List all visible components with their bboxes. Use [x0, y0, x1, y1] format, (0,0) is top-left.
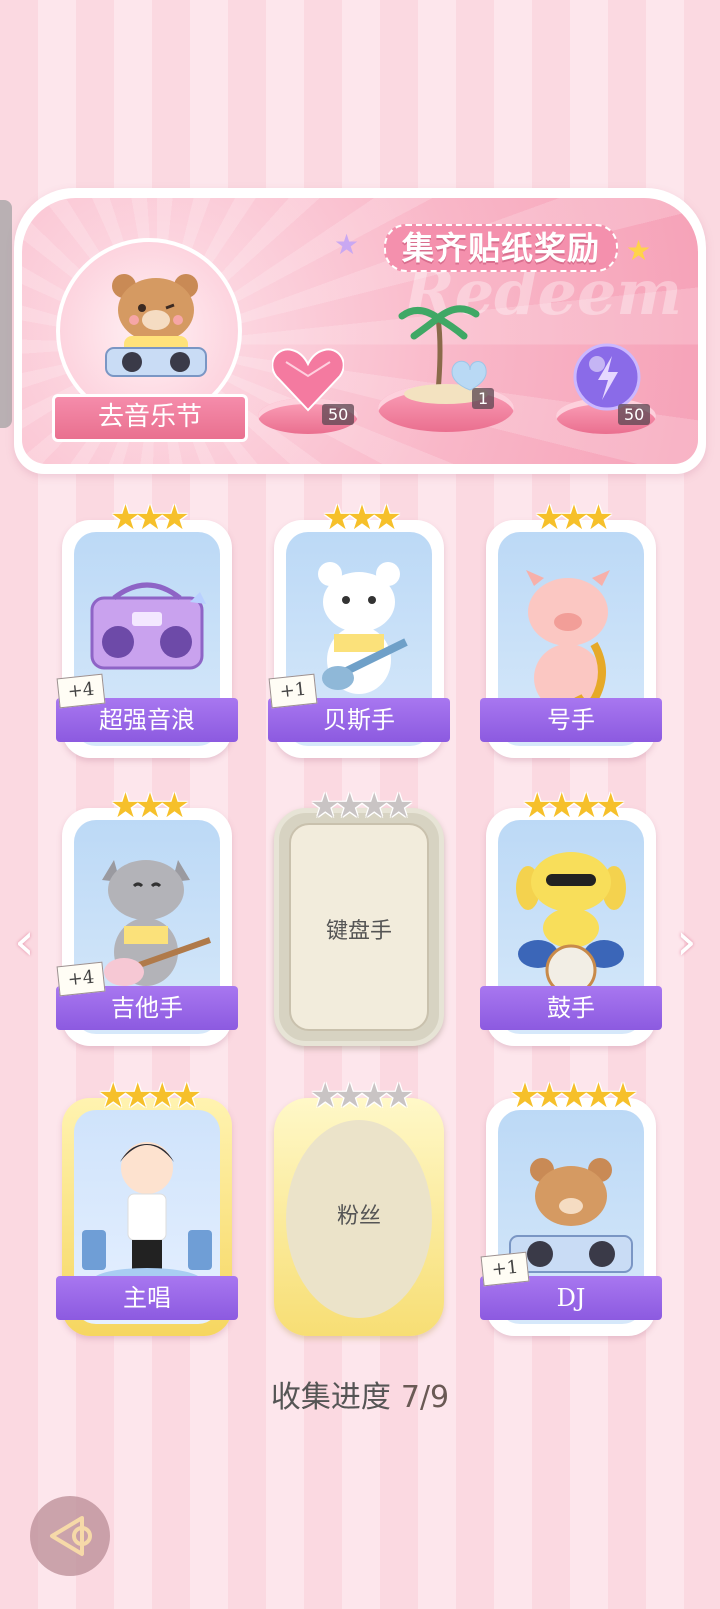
- back-arrow-icon: [50, 1516, 92, 1556]
- sticker-card[interactable]: ★★★ 号手: [480, 498, 662, 760]
- star-rating: ★★★★★: [509, 1076, 638, 1116]
- star-deco-icon: ★: [626, 234, 652, 267]
- sticker-card[interactable]: ★★★ +1 贝斯手: [268, 498, 450, 760]
- card-name: 粉丝: [336, 1204, 381, 1229]
- sticker-card-locked[interactable]: 粉丝 ★★★★: [274, 1078, 444, 1338]
- star-rating: ★★★: [110, 498, 189, 538]
- star-rating: ★★★★: [310, 786, 414, 826]
- lightning-orb-icon: [573, 343, 641, 411]
- sticker-card-locked[interactable]: 键盘手 ★★★★: [274, 788, 444, 1048]
- sticker-card[interactable]: ★★★★★ +1 DJ: [480, 1076, 662, 1338]
- back-button[interactable]: [30, 1496, 110, 1576]
- sticker-reward-banner: Redeem ★ ★ 集齐贴纸奖励 去音乐节 50 1 50: [14, 188, 706, 474]
- card-name: 键盘手: [325, 919, 392, 944]
- duplicate-count-badge: +1: [480, 1251, 530, 1287]
- reward-count: 50: [618, 404, 651, 425]
- sticker-card[interactable]: ★★★ +4 超强音浪: [56, 498, 238, 760]
- collection-progress: 收集进度 7/9: [0, 1372, 720, 1416]
- dj-bear-icon: [105, 274, 207, 377]
- star-rating: ★★★★: [522, 786, 626, 826]
- banner-background: Redeem ★ ★ 集齐贴纸奖励 去音乐节 50 1 50: [22, 198, 698, 464]
- reward-heart-gem[interactable]: 50: [258, 328, 358, 438]
- sticker-card[interactable]: ★★★ +4 吉他手: [56, 786, 238, 1048]
- duplicate-count-badge: +4: [56, 673, 106, 709]
- reward-purple-energy-orb[interactable]: 50: [556, 328, 656, 438]
- star-rating: ★★★: [110, 786, 189, 826]
- go-music-festival-button[interactable]: 去音乐节: [52, 394, 248, 442]
- star-rating: ★★★★: [310, 1076, 414, 1116]
- sticker-card[interactable]: ★★★★ 鼓手: [480, 786, 662, 1048]
- star-rating: ★★★★: [98, 1076, 202, 1116]
- reward-island-decor[interactable]: 1: [378, 288, 514, 438]
- duplicate-count-badge: +1: [268, 673, 318, 709]
- next-page-arrow-icon[interactable]: ›: [676, 912, 697, 972]
- banner-title: 集齐贴纸奖励: [384, 224, 619, 272]
- reward-count: 1: [472, 388, 495, 409]
- side-drawer-handle[interactable]: [0, 200, 12, 428]
- star-deco-icon: ★: [334, 228, 360, 261]
- card-name: 鼓手: [480, 986, 662, 1030]
- star-rating: ★★★: [534, 498, 613, 538]
- star-rating: ★★★: [322, 498, 401, 538]
- reward-count: 50: [322, 404, 355, 425]
- heart-gem-icon: [272, 348, 344, 412]
- progress-value: 7/9: [400, 1380, 450, 1415]
- card-name: 主唱: [56, 1276, 238, 1320]
- sticker-card[interactable]: ★★★★ 主唱: [56, 1076, 238, 1338]
- prev-page-arrow-icon[interactable]: ‹: [14, 912, 35, 972]
- duplicate-count-badge: +4: [56, 961, 106, 997]
- progress-label: 收集进度: [270, 1380, 391, 1415]
- card-name: 号手: [480, 698, 662, 742]
